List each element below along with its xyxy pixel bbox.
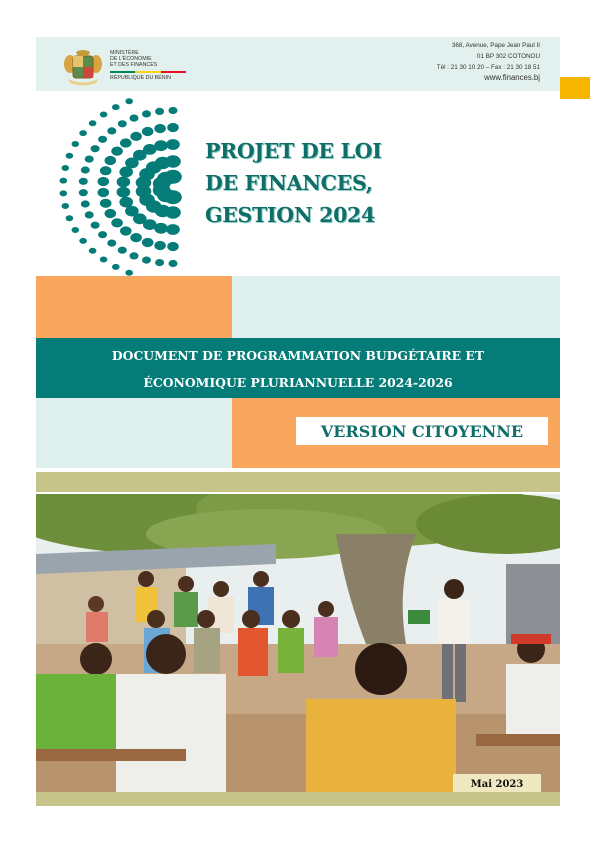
logo-dot — [78, 189, 88, 197]
logo-dot — [154, 123, 166, 134]
address-line: 368, Avenue, Pape Jean Paul II — [451, 42, 540, 49]
logo-dot — [130, 233, 142, 243]
logo-dot — [84, 211, 94, 219]
logo-dot — [90, 145, 100, 153]
logo-dot — [98, 135, 108, 143]
logo-dot — [99, 256, 108, 263]
subtitle-line: DOCUMENT DE PROGRAMMATION BUDGÉTAIRE ET — [111, 348, 485, 363]
logo-dot — [59, 190, 68, 197]
logo-dot — [129, 114, 139, 122]
country-name: RÉPUBLIQUE DU BÉNIN — [110, 74, 171, 81]
title-line: GESTION 2024 — [205, 203, 375, 227]
logo-dot — [141, 126, 154, 137]
logo-dot — [154, 222, 168, 234]
version-label: VERSION CITOYENNE — [296, 417, 548, 445]
logo-dot — [88, 120, 97, 127]
logo-dot — [125, 98, 133, 105]
logo-dot — [80, 166, 90, 174]
document-title: PROJET DE LOI DE FINANCES, GESTION 2024 — [205, 135, 382, 231]
dotted-logo-icon — [59, 98, 182, 276]
logo-dot — [141, 237, 154, 248]
logo-dot — [80, 200, 90, 208]
logo-dot — [107, 239, 117, 247]
logo-dot — [104, 208, 117, 219]
logo-dot — [99, 111, 108, 118]
orange-block — [36, 276, 232, 338]
logo-dot — [84, 155, 94, 163]
logo-dot — [165, 206, 181, 219]
community-meeting-illustration — [36, 494, 560, 792]
logo-dot — [120, 138, 132, 148]
logo-dot — [155, 107, 165, 115]
ministry-line: ET DES FINANCES — [110, 62, 158, 69]
logo-dot — [78, 177, 88, 185]
logo-dot — [79, 237, 87, 244]
logo-dot — [79, 130, 87, 137]
logo-dot — [90, 221, 100, 229]
logo-dot — [129, 252, 139, 260]
logo-dot — [61, 203, 70, 209]
logo-dot — [167, 241, 179, 252]
logo-dot — [71, 141, 80, 147]
logo-dot — [97, 176, 110, 187]
logo-dot — [112, 263, 120, 270]
logo-dot — [155, 259, 165, 267]
yellow-tab — [560, 77, 590, 99]
logo-dot — [125, 269, 133, 276]
logo-dot — [97, 187, 110, 198]
benin-coat-of-arms-icon — [64, 50, 102, 86]
logo-dot — [65, 215, 74, 222]
logo-dot — [166, 139, 180, 150]
logo-dot — [142, 256, 151, 264]
logo-dot — [111, 218, 123, 228]
ministry-block: MINISTÈRE DE L'ÉCONOMIE ET DES FINANCES … — [110, 50, 186, 81]
address-line: 01 BP 302 COTONOU — [476, 52, 540, 60]
logo-dot — [130, 131, 142, 141]
subtitle-band: DOCUMENT DE PROGRAMMATION BUDGÉTAIRE ET … — [36, 338, 560, 398]
logo-dot — [167, 122, 179, 133]
logo-dot — [116, 176, 131, 188]
logo-dot — [117, 120, 127, 128]
logo-dot — [117, 246, 127, 254]
logo-dot — [116, 186, 131, 198]
logo-dot — [88, 247, 97, 254]
logo-dot — [168, 106, 178, 115]
light-teal-block — [36, 398, 232, 468]
logo-dot — [164, 190, 182, 205]
logo-dot — [99, 198, 112, 208]
title-line: DE FINANCES, — [205, 171, 373, 195]
light-teal-block — [232, 276, 560, 338]
logo-dot — [120, 226, 132, 236]
logo-dot — [99, 166, 112, 176]
logo-dot — [65, 152, 74, 159]
logo-dot — [111, 146, 123, 156]
logo-dot — [104, 155, 117, 166]
address-line: Tél : 21 30 10 20 – Fax : 21 30 18 51 — [436, 63, 540, 71]
logo-dot — [168, 259, 178, 268]
khaki-footer — [36, 792, 560, 806]
website-link[interactable]: www.finances.bj — [437, 73, 540, 84]
title-line: PROJET DE LOI — [205, 139, 382, 163]
logo-dot — [59, 177, 68, 184]
logo-dot — [166, 224, 180, 235]
logo-dot — [142, 110, 151, 118]
logo-dot — [154, 240, 166, 251]
khaki-divider — [36, 472, 560, 492]
logo-dot — [107, 127, 117, 135]
logo-dot — [61, 165, 70, 171]
logo-dot — [112, 104, 120, 111]
logo-dot — [119, 166, 133, 178]
logo-dot — [71, 227, 80, 233]
logo-dot — [98, 231, 108, 239]
address-block: 368, Avenue, Pape Jean Paul II 01 BP 302… — [437, 41, 540, 84]
subtitle-line: ÉCONOMIQUE PLURIANNUELLE 2024-2026 — [143, 375, 453, 390]
flag-bar — [110, 70, 186, 73]
